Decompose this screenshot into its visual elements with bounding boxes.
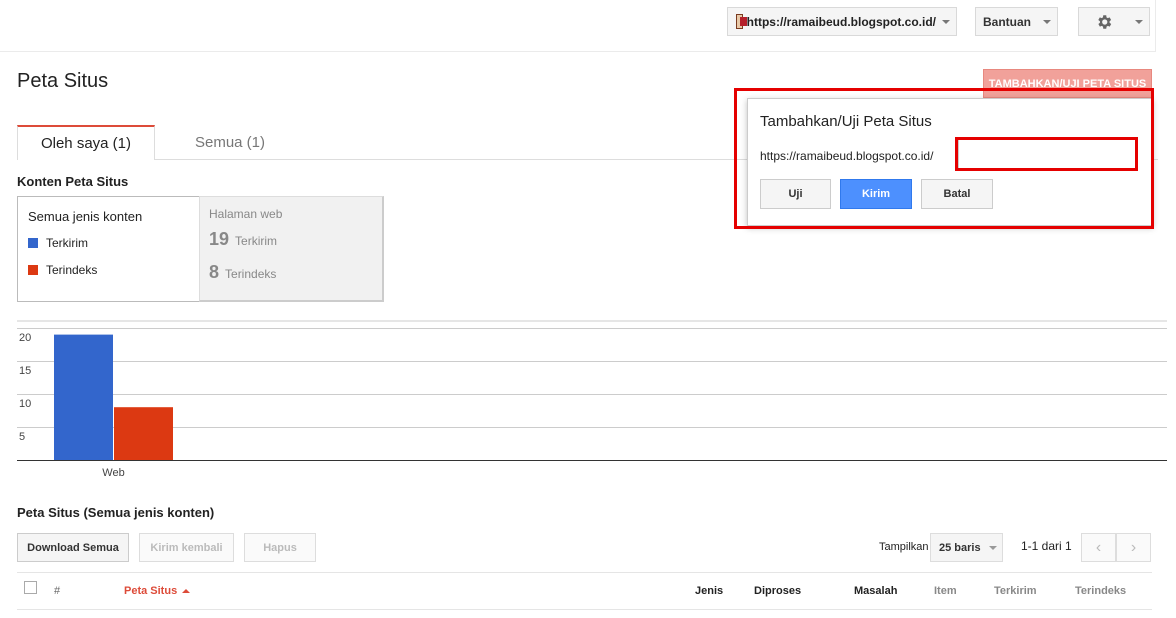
column-header-items[interactable]: Item (934, 585, 957, 597)
cancel-button[interactable]: Batal (921, 179, 993, 209)
chevron-down-icon (988, 545, 997, 550)
column-header-issues[interactable]: Masalah (854, 585, 897, 597)
add-test-sitemap-button[interactable]: TAMBAHKAN/UJI PETA SITUS (983, 69, 1152, 98)
web-indexed-label: Terindeks (225, 267, 277, 281)
chevron-right-icon: › (1130, 538, 1137, 556)
rows-per-page-select[interactable]: 25 baris (930, 533, 1003, 562)
next-page-button[interactable]: › (1116, 533, 1151, 562)
column-header-type[interactable]: Jenis (695, 585, 723, 597)
column-header-processed[interactable]: Diproses (754, 585, 801, 597)
legend-item-submitted: Terkirim (28, 236, 189, 250)
site-selector-url: https://ramaibeud.blogspot.co.id/ (746, 14, 936, 29)
web-submitted-label: Terkirim (235, 234, 278, 248)
resubmit-button[interactable]: Kirim kembali (139, 533, 234, 562)
site-favicon-icon (736, 14, 747, 29)
rows-per-page-value: 25 baris (939, 541, 981, 554)
pagination-text: 1-1 dari 1 (1021, 539, 1072, 553)
content-type-title: Semua jenis konten (28, 209, 143, 224)
settings-button[interactable] (1078, 7, 1150, 36)
gear-icon (1098, 14, 1112, 29)
test-button[interactable]: Uji (760, 179, 831, 209)
table-header-top-border (17, 572, 1152, 573)
dialog-url-prefix: https://ramaibeud.blogspot.co.id/ (760, 149, 934, 163)
download-all-button[interactable]: Download Semua (17, 533, 129, 562)
chevron-left-icon: ‹ (1095, 538, 1102, 556)
web-indexed-count: 8 (209, 262, 220, 282)
page-title: Peta Situs (17, 70, 109, 92)
content-type-all[interactable]: Semua jenis konten Terkirim Terindeks (17, 196, 199, 302)
legend-label: Terkirim (46, 236, 88, 250)
tab-by-me[interactable]: Oleh saya (1) (17, 125, 155, 160)
rows-label: Tampilkan (879, 541, 929, 553)
y-tick-label: 5 (19, 431, 25, 443)
column-header-submitted[interactable]: Terkirim (994, 585, 1037, 597)
content-section-label: Konten Peta Situs (17, 174, 129, 189)
chevron-down-icon (1043, 19, 1051, 24)
y-tick-label: 15 (19, 365, 31, 377)
submit-button[interactable]: Kirim (840, 179, 912, 209)
add-sitemap-dialog: Tambahkan/Uji Peta Situs https://ramaibe… (747, 98, 1153, 226)
column-header-sitemap[interactable]: Peta Situs (124, 585, 191, 597)
help-label: Bantuan (983, 14, 1031, 29)
tab-all[interactable]: Semua (1) (160, 125, 300, 160)
bar-terkirim (54, 334, 113, 460)
previous-page-button[interactable]: ‹ (1081, 533, 1116, 562)
y-tick-label: 20 (19, 332, 31, 344)
help-button[interactable]: Bantuan (975, 7, 1058, 36)
legend-swatch (28, 238, 38, 248)
sitemap-path-input[interactable] (958, 139, 1138, 169)
column-header-sitemap-label: Peta Situs (124, 585, 178, 597)
bar-terindeks (114, 407, 173, 460)
header-divider (0, 51, 1156, 52)
column-header-indexed[interactable]: Terindeks (1075, 585, 1126, 597)
x-tick-label: Web (102, 467, 124, 479)
delete-button[interactable]: Hapus (244, 533, 316, 562)
web-indexed-stat: 8 Terindeks (209, 262, 373, 283)
web-submitted-stat: 19 Terkirim (209, 229, 373, 250)
select-all-checkbox[interactable] (24, 581, 37, 594)
table-header-bottom-border (17, 609, 1152, 610)
sitemap-chart: 5 10 15 20 Web (17, 320, 1167, 479)
web-submitted-count: 19 (209, 229, 230, 249)
dialog-title: Tambahkan/Uji Peta Situs (760, 113, 932, 130)
legend-item-indexed: Terindeks (28, 263, 189, 277)
legend-swatch (28, 265, 38, 275)
y-tick-label: 10 (19, 398, 31, 410)
content-type-web[interactable]: Halaman web 19 Terkirim 8 Terindeks (199, 196, 384, 302)
sort-ascending-icon (182, 589, 191, 593)
chevron-down-icon (1135, 19, 1143, 24)
site-selector[interactable]: https://ramaibeud.blogspot.co.id/ (727, 7, 957, 36)
legend-label: Terindeks (46, 263, 98, 277)
sitemap-list-title: Peta Situs (Semua jenis konten) (17, 505, 215, 520)
column-header-number: # (54, 585, 61, 597)
web-title: Halaman web (209, 207, 283, 221)
chevron-down-icon (942, 19, 950, 24)
header-vertical-divider (1155, 0, 1156, 52)
